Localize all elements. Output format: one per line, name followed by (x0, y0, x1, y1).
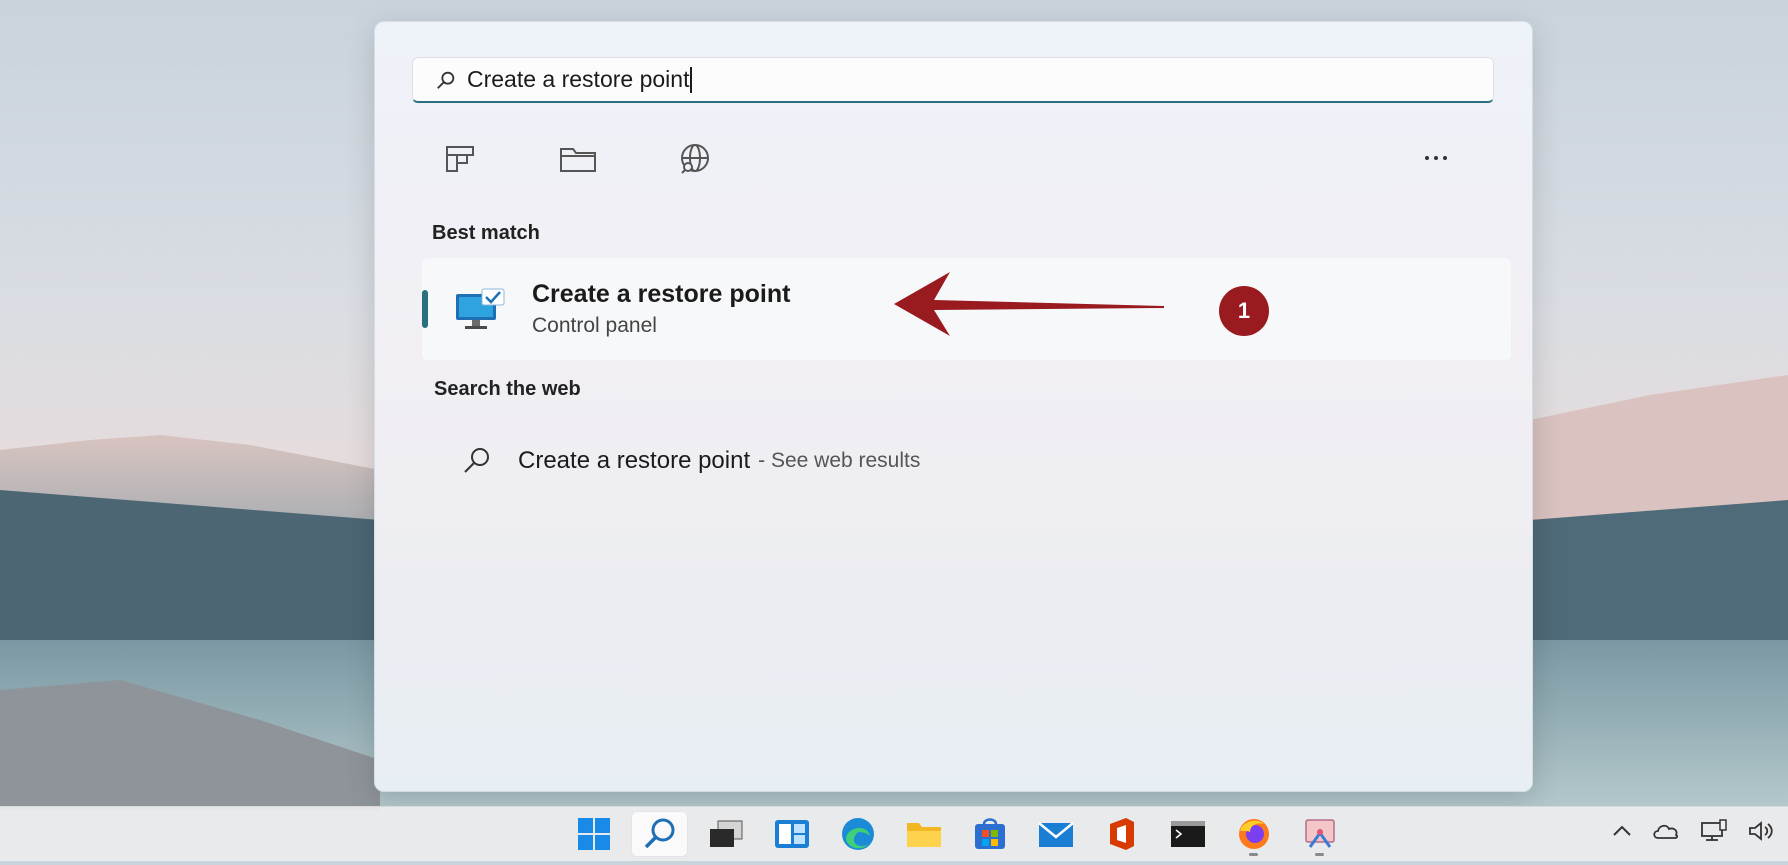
system-restore-icon (456, 288, 505, 329)
web-result-title: Create a restore point (518, 447, 751, 474)
start-button[interactable] (565, 811, 622, 857)
snipping-button[interactable] (1291, 811, 1348, 857)
best-match-subtitle: Control panel (532, 314, 657, 337)
web-result-suffix: - See web results (758, 449, 921, 472)
windows-start-icon (577, 818, 610, 850)
file-explorer-button[interactable] (895, 811, 952, 857)
office-icon (1109, 818, 1134, 850)
snipping-icon (1304, 819, 1335, 848)
selection-indicator (422, 290, 428, 328)
web-icon (681, 144, 709, 174)
apps-icon (446, 146, 474, 172)
search-filters (442, 140, 714, 178)
text-caret (690, 66, 693, 93)
filter-documents-button[interactable] (559, 140, 597, 178)
mail-button[interactable] (1027, 811, 1084, 857)
store-button[interactable] (961, 811, 1018, 857)
terminal-icon (1170, 821, 1205, 847)
firefox-icon (1238, 819, 1269, 849)
firefox-button[interactable] (1225, 811, 1282, 857)
taskbar-search-button[interactable] (631, 811, 688, 857)
web-result[interactable]: Create a restore point - See web results (460, 444, 920, 478)
search-icon (437, 71, 455, 89)
more-options-icon (1425, 156, 1429, 160)
search-web-heading: Search the web (434, 378, 581, 400)
running-indicator (1315, 853, 1324, 856)
edge-button[interactable] (829, 811, 886, 857)
network-icon[interactable] (1700, 819, 1728, 843)
volume-icon[interactable] (1748, 820, 1774, 842)
filter-apps-button[interactable] (442, 140, 480, 178)
widgets-button[interactable] (763, 811, 820, 857)
annotation-badge: 1 (1219, 286, 1269, 336)
task-view-icon (709, 820, 742, 847)
widgets-icon (774, 820, 809, 848)
search-icon (464, 448, 489, 473)
annotation-arrow (894, 272, 1164, 336)
more-dot (1443, 156, 1447, 160)
more-options-button[interactable] (1416, 148, 1456, 168)
running-indicator (1249, 853, 1258, 856)
filter-web-button[interactable] (676, 140, 714, 178)
best-match-heading: Best match (432, 222, 540, 244)
mail-icon (1037, 822, 1074, 847)
file-explorer-icon (906, 823, 941, 847)
task-view-button[interactable] (697, 811, 754, 857)
terminal-button[interactable] (1159, 811, 1216, 857)
edge-icon (841, 818, 874, 850)
onedrive-icon[interactable] (1652, 822, 1680, 840)
search-input[interactable]: Create a restore point (467, 66, 689, 93)
search-box[interactable]: Create a restore point (412, 57, 1494, 103)
taskbar (0, 806, 1788, 861)
search-panel: Create a restore point Best match Create… (374, 21, 1533, 792)
store-icon (974, 818, 1005, 849)
more-dot (1434, 156, 1438, 160)
system-tray (1612, 819, 1774, 843)
chevron-up-icon[interactable] (1612, 824, 1632, 838)
office-button[interactable] (1093, 811, 1150, 857)
search-icon (644, 818, 674, 849)
best-match-title: Create a restore point (532, 280, 791, 308)
documents-icon (560, 148, 596, 172)
